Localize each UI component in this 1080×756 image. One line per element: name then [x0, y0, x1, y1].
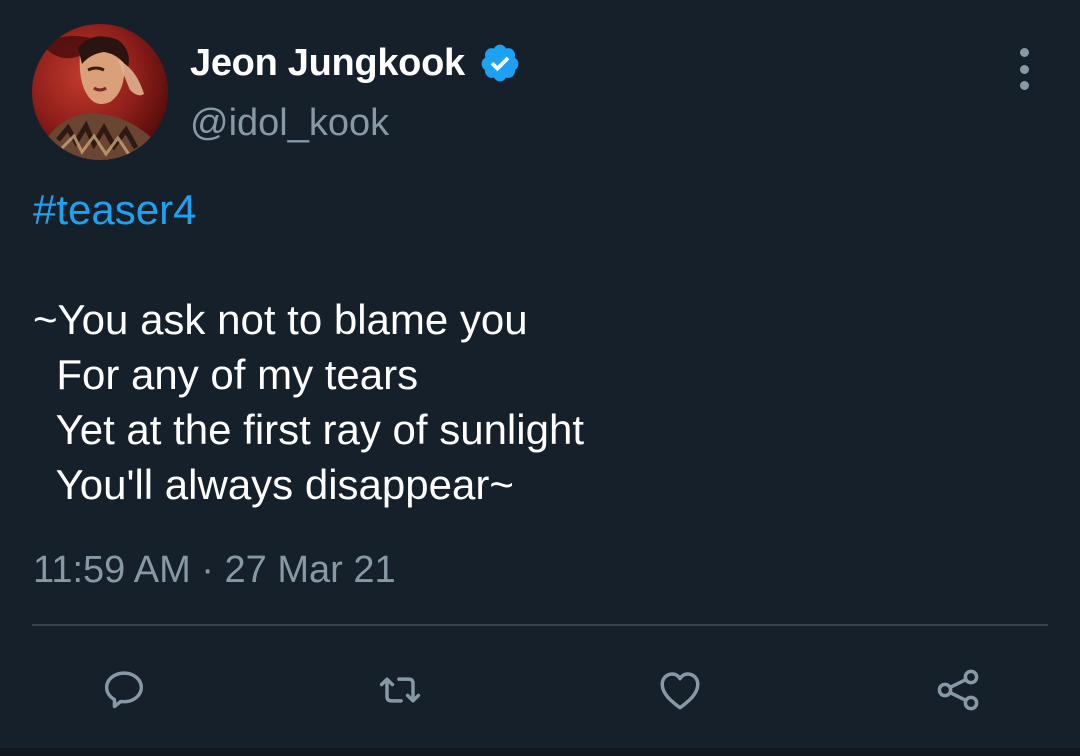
poem-line: You'll always disappear~ [33, 461, 514, 508]
like-icon [660, 672, 700, 710]
more-dot [1019, 81, 1029, 90]
reply-icon [104, 671, 144, 709]
poem-line: For any of my tears [33, 351, 419, 398]
retweet-button[interactable] [372, 662, 428, 718]
avatar[interactable] [32, 24, 168, 160]
more-dot [1019, 64, 1029, 74]
tweet-timestamp[interactable]: 11:59 AM · 27 Mar 21 [33, 549, 396, 592]
retweet-icon [379, 677, 421, 703]
share-icon [937, 669, 979, 711]
more-dot [1019, 48, 1029, 57]
divider [32, 624, 1048, 626]
tweet-card: Jeon Jungkook @idol_kook #teaser4 ~You a… [0, 0, 1080, 756]
poem-line: Yet at the first ray of sunlight [33, 406, 584, 453]
more-options-icon[interactable] [1008, 48, 1040, 90]
display-name[interactable]: Jeon Jungkook [190, 42, 465, 85]
bottom-divider [0, 748, 1080, 756]
hashtag-link[interactable]: #teaser4 [33, 186, 196, 234]
verified-badge-icon [479, 42, 521, 84]
author-name-row: Jeon Jungkook [190, 40, 521, 86]
poem-line: ~You ask not to blame you [33, 296, 528, 343]
tweet-text: ~You ask not to blame you For any of my … [33, 292, 584, 512]
user-handle[interactable]: @idol_kook [190, 102, 389, 145]
avatar-image [32, 35, 168, 160]
share-button[interactable] [930, 662, 986, 718]
like-button[interactable] [652, 662, 708, 718]
reply-button[interactable] [96, 662, 152, 718]
